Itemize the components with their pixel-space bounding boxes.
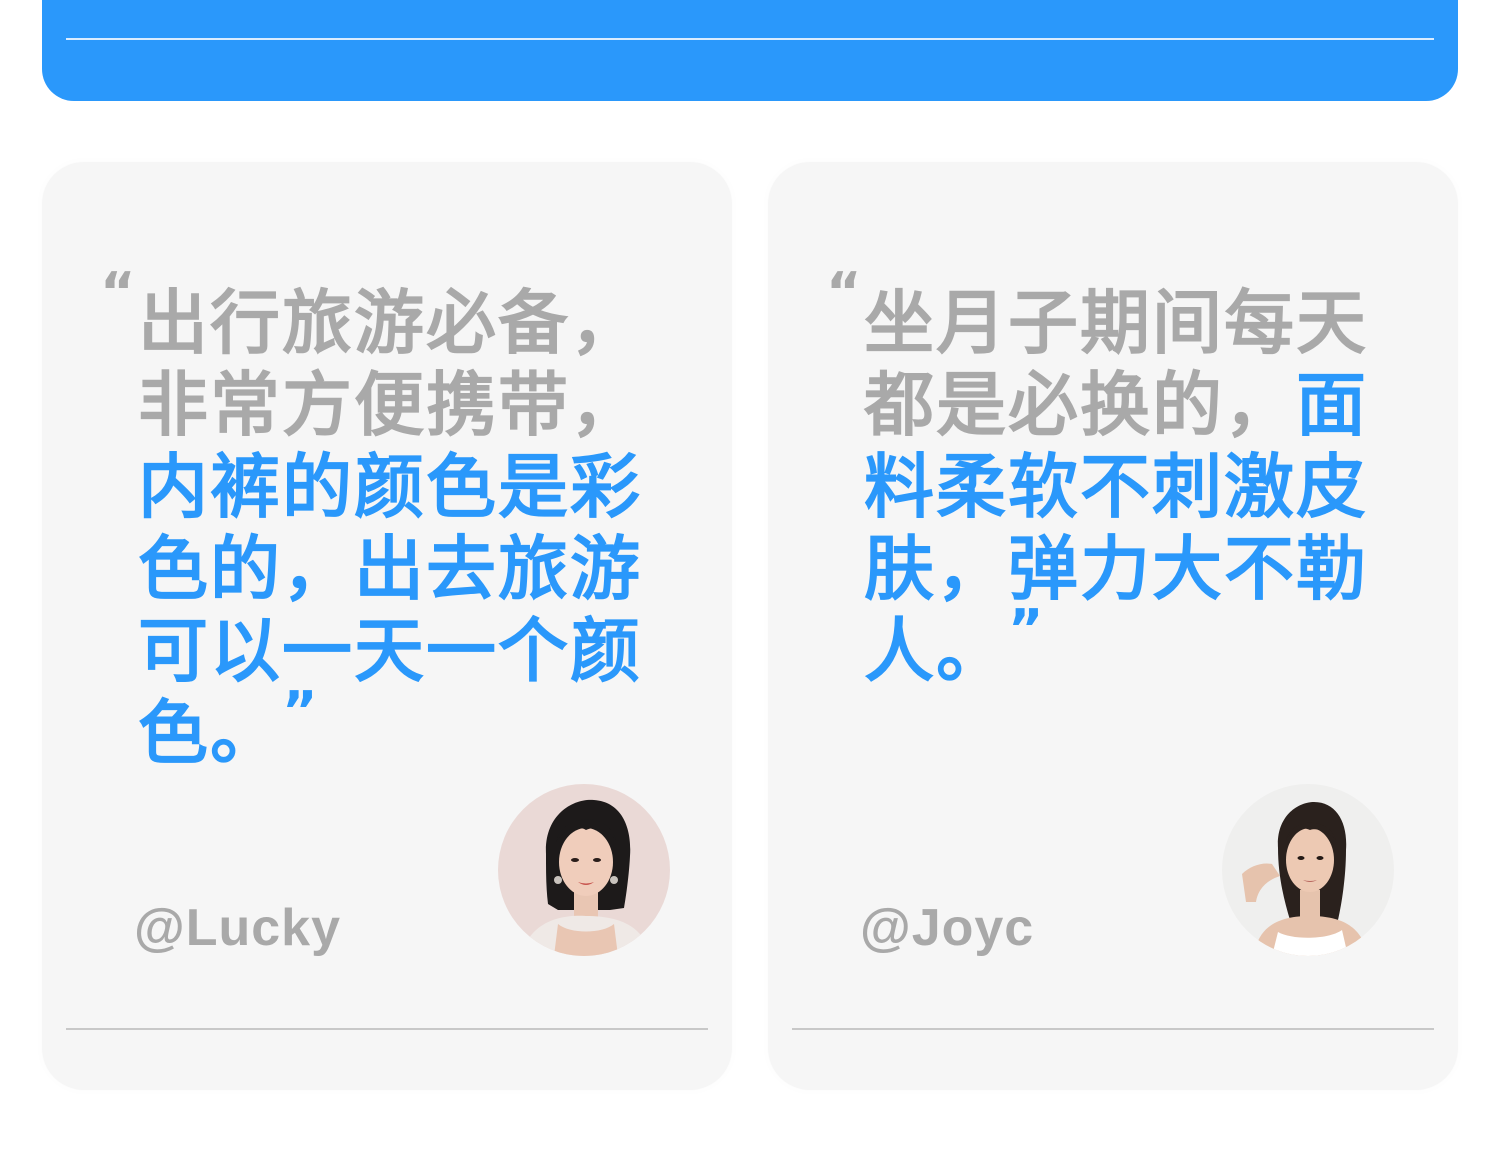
woman-portrait-long-hair-icon — [1222, 784, 1394, 956]
open-quote-mark: “ — [100, 261, 138, 324]
reviewer-handle: @Joyc — [860, 899, 1035, 957]
quote-text-gray: 出行旅游必备，非常方便携带， — [138, 282, 642, 446]
top-banner — [42, 0, 1458, 101]
review-card-lucky: “出行旅游必备，非常方便携带，内裤的颜色是彩色的，出去旅游可以一天一个颜色。” … — [42, 162, 732, 1090]
card-divider — [66, 1028, 708, 1030]
close-quote-mark: ” — [282, 680, 320, 743]
reviewer-handle: @Lucky — [134, 899, 341, 957]
banner-divider — [66, 38, 1434, 40]
quote-text-highlight: 内裤的颜色是彩色的，出去旅游可以一天一个颜色。 — [138, 446, 642, 774]
woman-portrait-short-hair-icon — [498, 784, 670, 956]
card-divider — [792, 1028, 1434, 1030]
review-quote: “坐月子期间每天都是必换的，面料柔软不刺激皮肤，弹力大不勒人。” — [826, 266, 1394, 693]
review-card-joyc: “坐月子期间每天都是必换的，面料柔软不刺激皮肤，弹力大不勒人。” @Joyc — [768, 162, 1458, 1090]
close-quote-mark: ” — [1008, 598, 1046, 661]
open-quote-mark: “ — [826, 261, 864, 324]
quote-text-gray: 坐月子期间每天都是必换的， — [864, 282, 1368, 446]
review-quote: “出行旅游必备，非常方便携带，内裤的颜色是彩色的，出去旅游可以一天一个颜色。” — [100, 266, 668, 775]
